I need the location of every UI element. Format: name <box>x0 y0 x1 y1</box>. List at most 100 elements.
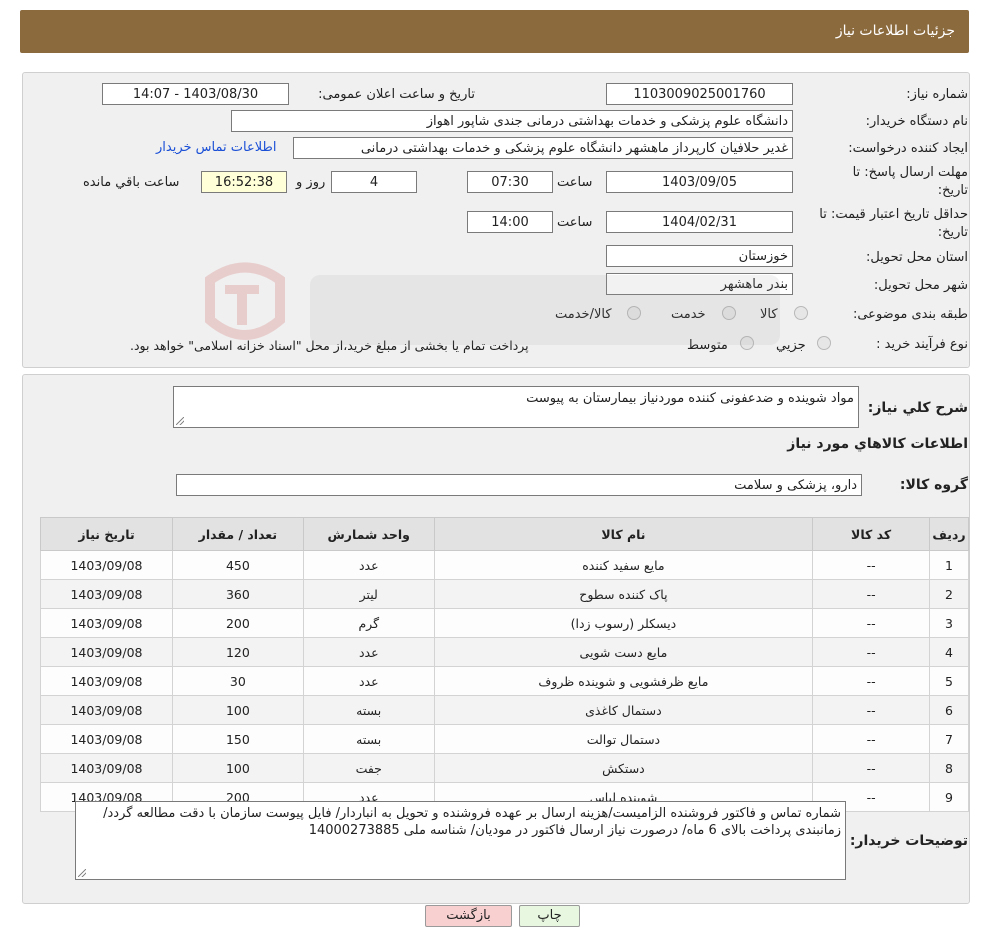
cell-unit: جفت <box>302 753 435 783</box>
cell-item-name: مایع سفید کننده <box>433 550 814 580</box>
table-row: 7 -- دستمال توالت بسته 150 1403/09/08 <box>40 724 969 754</box>
cell-unit: بسته <box>302 695 435 725</box>
back-button[interactable]: بازگشت <box>425 905 512 927</box>
cell-row-number: 3 <box>929 608 969 638</box>
cell-row-number: 4 <box>929 637 969 667</box>
days-field[interactable]: 4 <box>331 171 417 193</box>
city-field[interactable]: بندر ماهشهر <box>606 273 793 295</box>
buyer-org-field[interactable]: دانشگاه علوم پزشکی و خدمات بهداشتی درمان… <box>231 110 793 132</box>
cell-unit: عدد <box>302 637 435 667</box>
cell-row-number: 5 <box>929 666 969 696</box>
validity-time-field[interactable]: 14:00 <box>467 211 553 233</box>
process-label: نوع فرآیند خرید : <box>876 337 968 352</box>
cell-quantity: 100 <box>171 753 304 783</box>
buyer-notes-textarea[interactable]: شماره تماس و فاکتور فروشنده الزامیست/هزی… <box>75 801 846 880</box>
validity-label: حداقل تاریخ اعتبار قیمت: تا تاریخ: <box>819 207 968 240</box>
goods-group-field[interactable]: دارو، پزشکی و سلامت <box>176 474 862 496</box>
remaining-time-field[interactable]: 16:52:38 <box>201 171 287 193</box>
category-radio-goods-service[interactable] <box>627 306 641 320</box>
summary-label: شرح کلي نياز: <box>867 400 968 416</box>
cell-unit: عدد <box>302 666 435 696</box>
validity-time-label: ساعت <box>557 215 593 230</box>
print-button[interactable]: چاپ <box>519 905 580 927</box>
category-radio-goods[interactable] <box>794 306 808 320</box>
category-radio-service[interactable] <box>722 306 736 320</box>
goods-table: رديف کد کالا نام کالا واحد شمارش تعداد /… <box>40 517 969 812</box>
announce-label: تاریخ و ساعت اعلان عمومی: <box>318 87 475 102</box>
cell-need-date: 1403/09/08 <box>40 695 173 725</box>
remaining-label: ساعت باقي مانده <box>83 175 180 190</box>
cell-unit: عدد <box>302 550 435 580</box>
category-option-goods-service: کالا/خدمت <box>555 307 612 322</box>
cell-item-name: دستمال توالت <box>433 724 814 754</box>
cell-row-number: 2 <box>929 579 969 609</box>
announce-datetime-field[interactable]: 1403/08/30 - 14:07 <box>102 83 289 105</box>
page-header: جزئیات اطلاعات نیاز <box>20 10 969 53</box>
process-option-medium: متوسط <box>687 338 728 353</box>
cell-quantity: 200 <box>171 608 304 638</box>
cell-item-code: -- <box>812 579 931 609</box>
process-radio-minor[interactable] <box>817 336 831 350</box>
category-label: طبقه بندی موضوعی: <box>852 307 968 322</box>
deadline-time-label: ساعت <box>557 175 593 190</box>
cell-item-name: پاک کننده سطوح <box>433 579 814 609</box>
buyer-notes-label: توضيحات خريدار: <box>849 833 968 849</box>
page-title: جزئیات اطلاعات نیاز <box>835 23 955 39</box>
cell-item-name: دستمال کاغذی <box>433 695 814 725</box>
deadline-date-field[interactable]: 1403/09/05 <box>606 171 793 193</box>
resize-handle-icon[interactable] <box>176 417 184 425</box>
cell-quantity: 100 <box>171 695 304 725</box>
col-quantity: تعداد / مقدار <box>171 517 304 551</box>
cell-quantity: 120 <box>171 637 304 667</box>
cell-row-number: 6 <box>929 695 969 725</box>
col-row-number: رديف <box>929 517 969 551</box>
city-label: شهر محل تحویل: <box>873 278 968 293</box>
cell-need-date: 1403/09/08 <box>40 550 173 580</box>
validity-date-field[interactable]: 1404/02/31 <box>606 211 793 233</box>
cell-item-code: -- <box>812 724 931 754</box>
cell-item-name: مایع دست شویی <box>433 637 814 667</box>
province-field[interactable]: خوزستان <box>606 245 793 267</box>
col-unit: واحد شمارش <box>302 517 435 551</box>
cell-need-date: 1403/09/08 <box>40 724 173 754</box>
cell-need-date: 1403/09/08 <box>40 666 173 696</box>
cell-item-name: دیسکلر (رسوب زدا) <box>433 608 814 638</box>
summary-text: مواد شوینده و ضدعفونی کننده موردنیاز بیم… <box>526 391 854 406</box>
category-option-goods: کالا <box>760 307 778 322</box>
cell-row-number: 7 <box>929 724 969 754</box>
process-radio-medium[interactable] <box>740 336 754 350</box>
cell-item-code: -- <box>812 637 931 667</box>
deadline-time-field[interactable]: 07:30 <box>467 171 553 193</box>
cell-item-code: -- <box>812 666 931 696</box>
cell-item-code: -- <box>812 550 931 580</box>
resize-handle-icon[interactable] <box>78 869 86 877</box>
col-item-name: نام کالا <box>433 517 814 551</box>
goods-group-label: گروه کالا: <box>899 477 968 493</box>
cell-quantity: 450 <box>171 550 304 580</box>
cell-quantity: 30 <box>171 666 304 696</box>
cell-row-number: 1 <box>929 550 969 580</box>
table-row: 1 -- مایع سفید کننده عدد 450 1403/09/08 <box>40 550 969 580</box>
process-option-minor: جزيي <box>776 338 806 353</box>
buyer-org-label: نام دستگاه خریدار: <box>865 114 968 129</box>
cell-need-date: 1403/09/08 <box>40 637 173 667</box>
cell-unit: بسته <box>302 724 435 754</box>
table-row: 2 -- پاک کننده سطوح لیتر 360 1403/09/08 <box>40 579 969 609</box>
requester-label: ایجاد کننده درخواست: <box>848 141 968 156</box>
table-row: 8 -- دستکش جفت 100 1403/09/08 <box>40 753 969 783</box>
cell-item-code: -- <box>812 695 931 725</box>
table-row: 3 -- دیسکلر (رسوب زدا) گرم 200 1403/09/08 <box>40 608 969 638</box>
table-row: 6 -- دستمال کاغذی بسته 100 1403/09/08 <box>40 695 969 725</box>
contact-info-link[interactable]: اطلاعات تماس خریدار <box>156 140 276 155</box>
table-row: 4 -- مایع دست شویی عدد 120 1403/09/08 <box>40 637 969 667</box>
cell-quantity: 150 <box>171 724 304 754</box>
need-number-label: شماره نیاز: <box>906 87 968 102</box>
cell-row-number: 8 <box>929 753 969 783</box>
days-label: روز و <box>296 175 326 190</box>
cell-need-date: 1403/09/08 <box>40 608 173 638</box>
requester-field[interactable]: غدیر حلافیان کارپرداز ماهشهر دانشگاه علو… <box>293 137 793 159</box>
table-row: 5 -- مایع ظرفشویی و شوینده ظروف عدد 30 1403/0… <box>40 666 969 696</box>
cell-item-name: دستکش <box>433 753 814 783</box>
summary-textarea[interactable]: مواد شوینده و ضدعفونی کننده موردنیاز بیم… <box>173 386 859 428</box>
need-number-field[interactable]: 1103009025001760 <box>606 83 793 105</box>
